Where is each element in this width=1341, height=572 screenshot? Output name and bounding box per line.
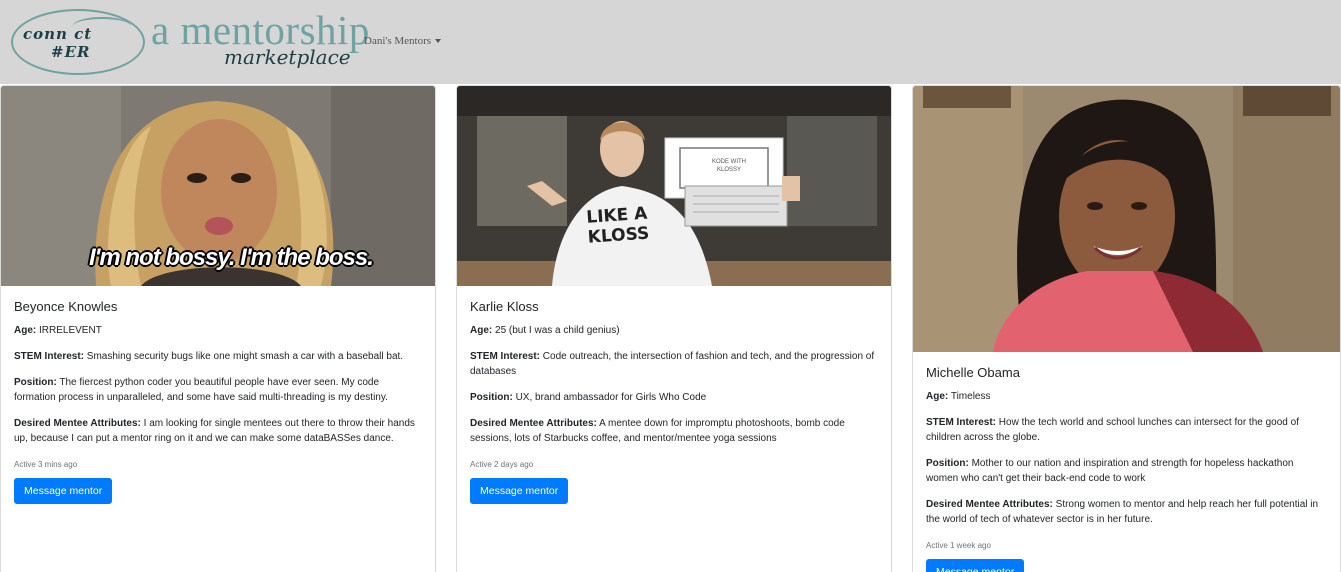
message-mentor-button[interactable]: Message mentor	[926, 559, 1025, 572]
mentor-name: Karlie Kloss	[470, 299, 539, 314]
stem-label: STEM Interest:	[926, 417, 997, 428]
brand-logo[interactable]: conn ct #ER	[11, 9, 145, 75]
shirt-print: LIKE A KLOSS	[585, 203, 650, 248]
attributes-label: Desired Mentee Attributes:	[926, 499, 1053, 510]
caret-down-icon	[435, 39, 442, 44]
stem-value: Smashing security bugs like one might sm…	[86, 351, 404, 362]
mentor-stem-interest: STEM Interest: Code outreach, the inters…	[470, 349, 878, 379]
mentor-position: Position: Mother to our nation and inspi…	[926, 456, 1327, 486]
mentor-photo-illustration	[913, 86, 1340, 352]
active-status: Active 1 week ago	[926, 541, 991, 550]
box-label: KODE WITH KLOSSY	[712, 159, 746, 173]
mentor-photo-illustration	[457, 86, 891, 286]
attributes-label: Desired Mentee Attributes:	[14, 418, 141, 429]
age-label: Age:	[470, 325, 493, 336]
age-value: IRRELEVENT	[39, 325, 102, 336]
mentor-age: Age: Timeless	[926, 389, 1327, 404]
mentor-card: I'm not bossy. I'm the boss. Beyonce Kno…	[0, 85, 436, 572]
attributes-label: Desired Mentee Attributes:	[470, 418, 597, 429]
position-value: Mother to our nation and inspiration and…	[926, 458, 1294, 484]
mentor-position: Position: The fiercest python coder you …	[14, 375, 422, 405]
age-label: Age:	[926, 391, 949, 402]
stem-label: STEM Interest:	[470, 351, 541, 362]
mentor-stem-interest: STEM Interest: Smashing security bugs li…	[14, 349, 422, 364]
mentor-photo: KODE WITH KLOSSY LIKE A KLOSS	[457, 86, 891, 286]
position-label: Position:	[14, 377, 57, 388]
position-value: UX, brand ambassador for Girls Who Code	[515, 392, 707, 403]
mentor-age: Age: IRRELEVENT	[14, 323, 422, 338]
message-mentor-button[interactable]: Message mentor	[470, 478, 569, 504]
mentor-card: Michelle Obama Age: Timeless STEM Intere…	[912, 85, 1341, 572]
photo-caption: I'm not bossy. I'm the boss.	[89, 244, 374, 271]
mentor-attributes: Desired Mentee Attributes: A mentee down…	[470, 416, 878, 446]
mentors-dropdown[interactable]: Dani's Mentors	[364, 35, 442, 47]
mentor-stem-interest: STEM Interest: How the tech world and sc…	[926, 415, 1327, 445]
active-status: Active 3 mins ago	[14, 460, 78, 469]
position-label: Position:	[470, 392, 513, 403]
stem-label: STEM Interest:	[14, 351, 85, 362]
active-status: Active 2 days ago	[470, 460, 534, 469]
age-value: Timeless	[950, 391, 991, 402]
mentors-dropdown-label: Dani's Mentors	[364, 35, 432, 47]
mentor-photo: I'm not bossy. I'm the boss.	[1, 86, 435, 286]
mentor-name: Michelle Obama	[926, 365, 1020, 380]
logo-text-line2: #ER	[51, 43, 91, 61]
age-value: 25 (but I was a child genius)	[495, 325, 620, 336]
mentor-name: Beyonce Knowles	[14, 299, 118, 314]
mentor-photo	[913, 86, 1340, 352]
mentor-attributes: Desired Mentee Attributes: I am looking …	[14, 416, 422, 446]
mentor-attributes: Desired Mentee Attributes: Strong women …	[926, 497, 1327, 527]
brand-tagline-sub: marketplace	[224, 45, 351, 69]
message-mentor-button[interactable]: Message mentor	[14, 478, 113, 504]
position-value: The fiercest python coder you beautiful …	[14, 377, 388, 403]
navbar: conn ct #ER a mentorship marketplace Dan…	[0, 0, 1341, 84]
position-label: Position:	[926, 458, 969, 469]
mentor-age: Age: 25 (but I was a child genius)	[470, 323, 878, 338]
mentor-position: Position: UX, brand ambassador for Girls…	[470, 390, 878, 405]
age-label: Age:	[14, 325, 37, 336]
mentor-card: KODE WITH KLOSSY LIKE A KLOSS Karlie Klo…	[456, 85, 892, 572]
logo-text-line1: conn ct	[23, 25, 93, 43]
